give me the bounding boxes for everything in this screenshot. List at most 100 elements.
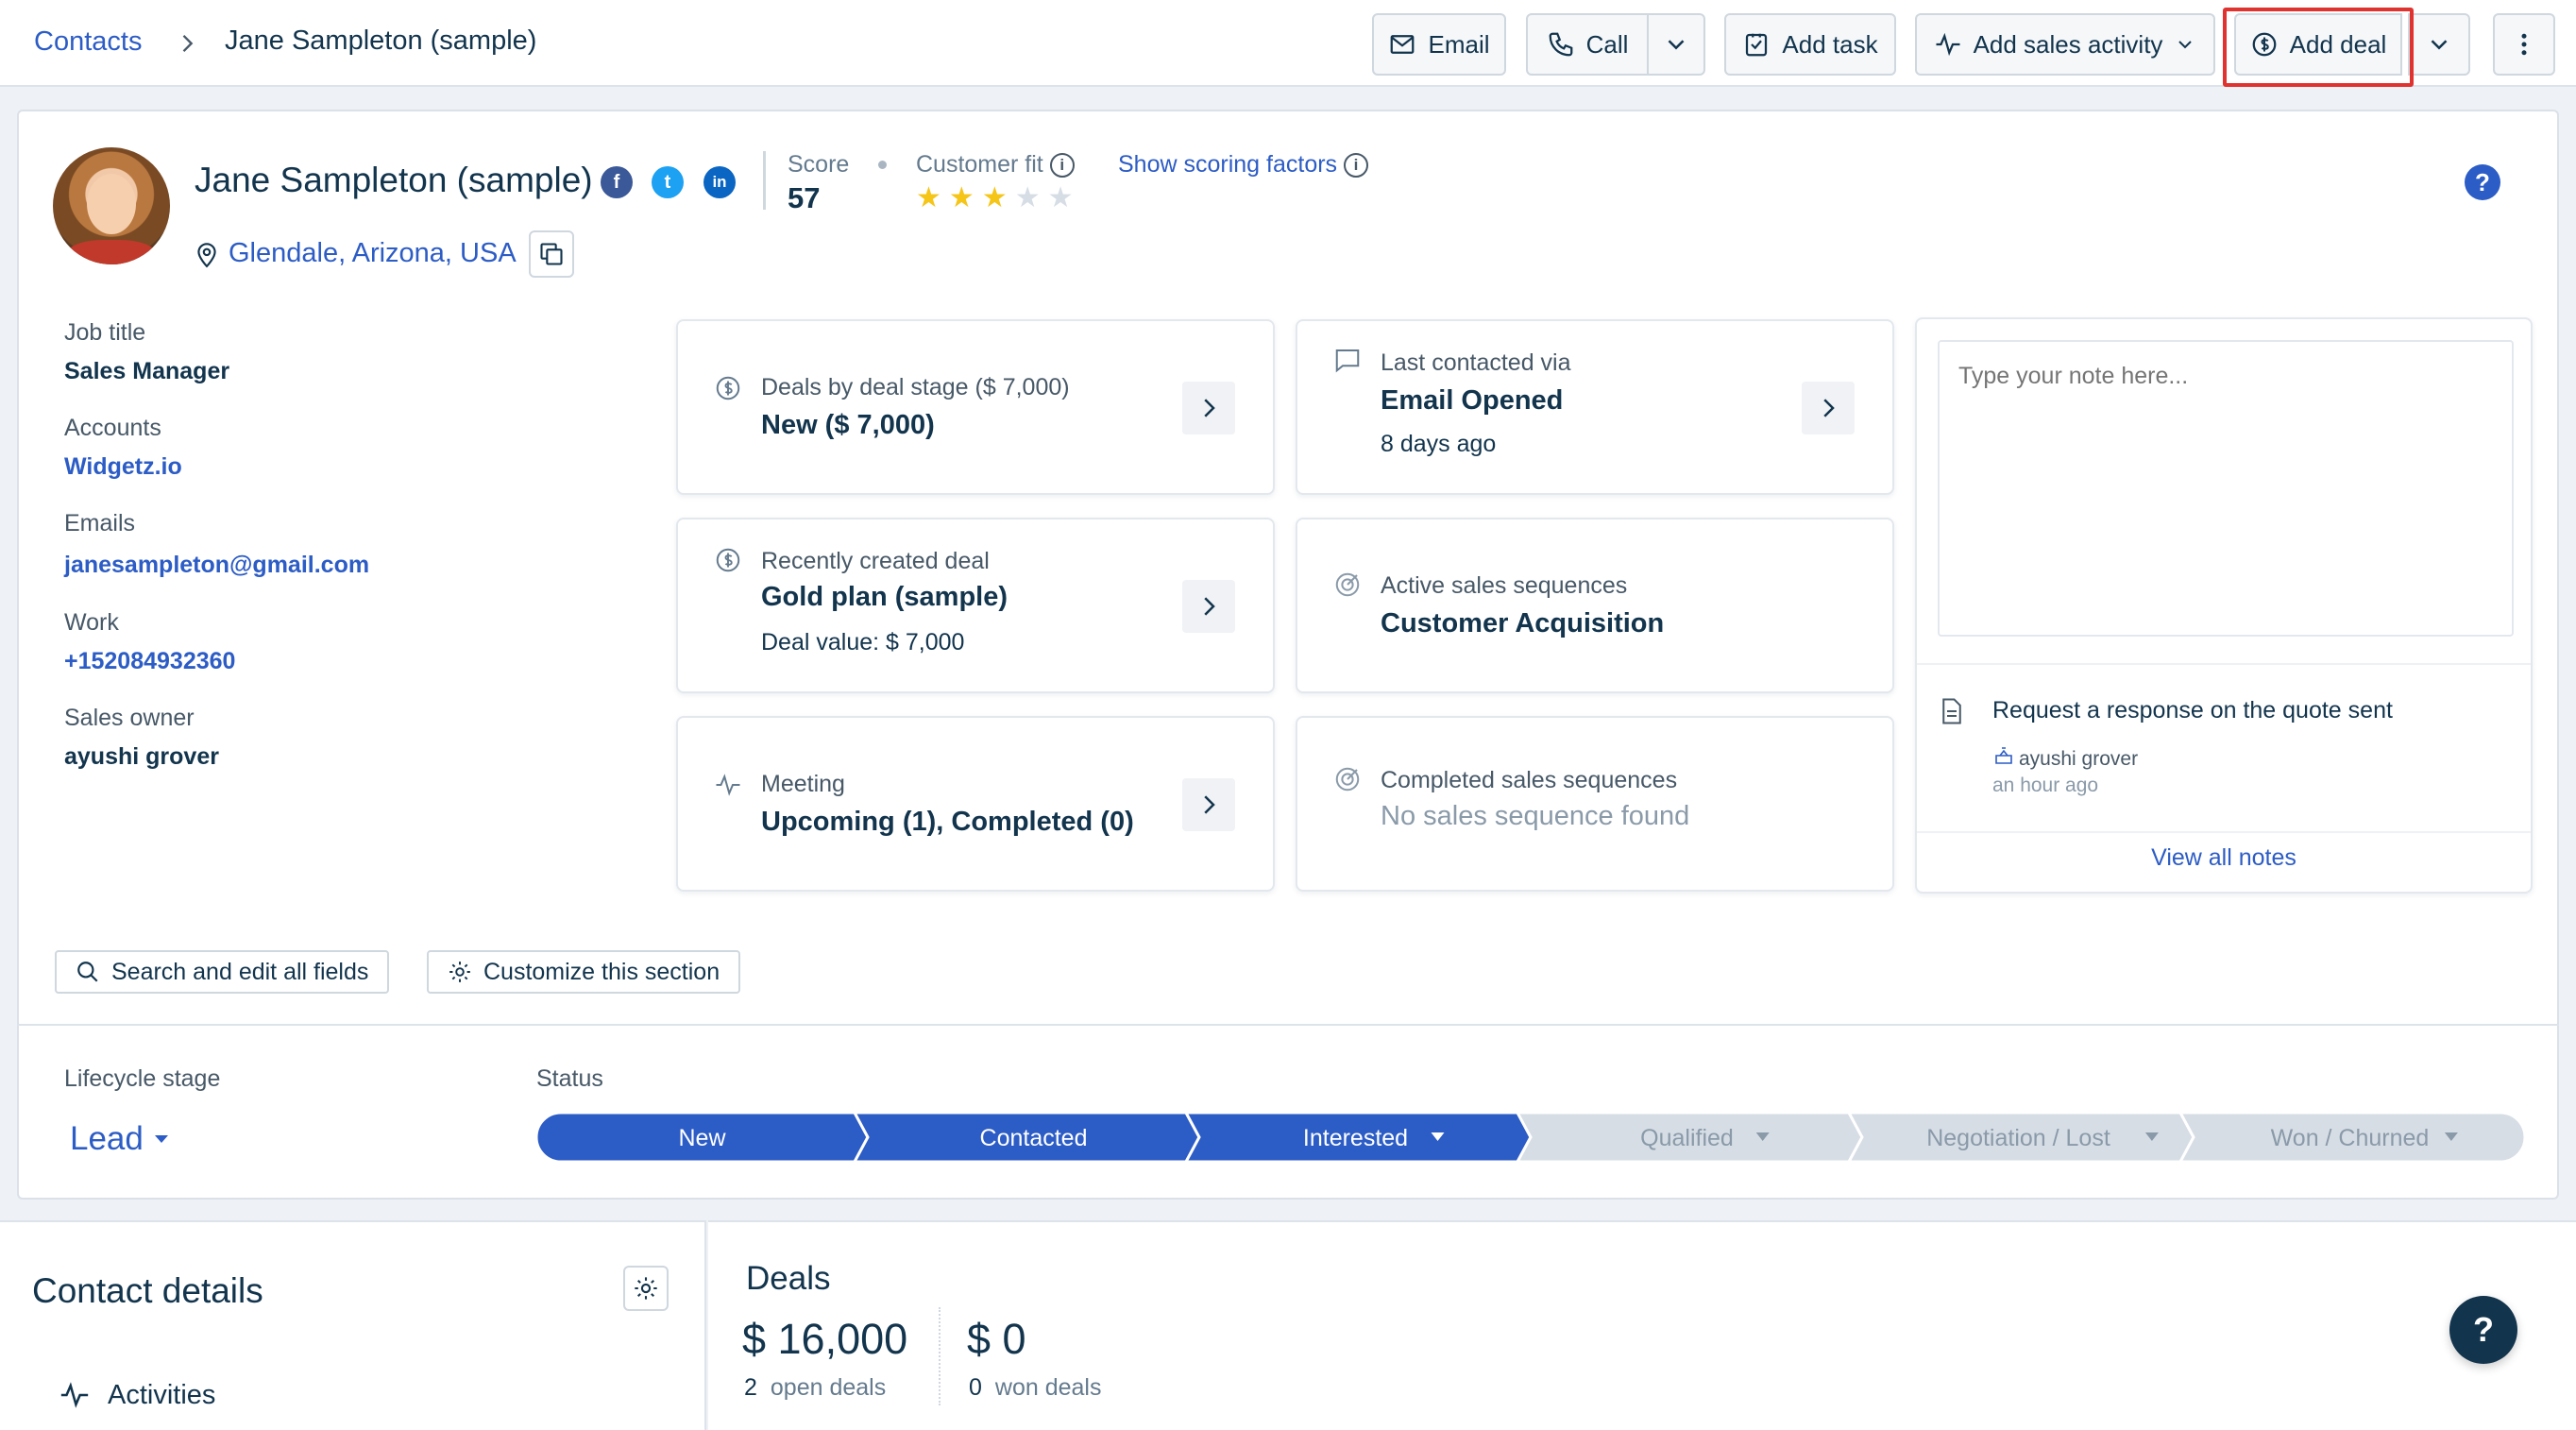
notes-divider: [1917, 831, 2531, 833]
recent-deal-widget[interactable]: Recently created deal Gold plan (sample)…: [676, 518, 1275, 693]
search-edit-fields-button[interactable]: Search and edit all fields: [55, 950, 390, 994]
info-icon[interactable]: i: [1344, 153, 1368, 179]
accounts-link[interactable]: Widgetz.io: [64, 453, 182, 481]
customer-fit-stars: ★ ★ ★ ★ ★: [916, 181, 1074, 214]
contact-details-title: Contact details: [32, 1271, 263, 1310]
add-task-button[interactable]: Add task: [1724, 13, 1896, 76]
status-label: Status: [536, 1065, 603, 1092]
status-stage-contacted[interactable]: Contacted: [853, 1113, 1201, 1162]
add-deal-options-dropdown[interactable]: [2408, 13, 2470, 76]
add-sales-activity-button[interactable]: Add sales activity: [1915, 13, 2215, 76]
help-icon[interactable]: ?: [2465, 164, 2500, 200]
customize-section-label: Customize this section: [483, 958, 720, 985]
linkedin-icon[interactable]: in: [703, 166, 736, 198]
copy-button[interactable]: [529, 230, 574, 278]
kebab-menu-icon: [2521, 33, 2527, 56]
chevron-down-icon: [2178, 41, 2193, 49]
active-sequences-value: Customer Acquisition: [1381, 608, 1665, 638]
target-icon: [1335, 767, 1360, 792]
email-button[interactable]: Email: [1372, 13, 1506, 76]
avatar-face: [87, 174, 136, 234]
add-sales-activity-label: Add sales activity: [1973, 29, 2163, 59]
customer-fit-text: Customer fit: [916, 151, 1043, 178]
view-all-notes-link[interactable]: View all notes: [1917, 844, 2531, 872]
sales-owner-value: ayushi grover: [64, 743, 219, 770]
score-value: 57: [788, 181, 821, 214]
lifecycle-stage-dropdown[interactable]: Lead: [70, 1120, 170, 1158]
search-edit-fields-label: Search and edit all fields: [111, 958, 369, 985]
active-sequences-widget[interactable]: Active sales sequences Customer Acquisit…: [1296, 518, 1894, 693]
copy-icon: [540, 243, 563, 265]
last-contacted-arrow[interactable]: [1802, 382, 1855, 434]
status-stage-qualified[interactable]: Qualified: [1516, 1113, 1864, 1162]
last-contacted-widget[interactable]: Last contacted via Email Opened 8 days a…: [1296, 319, 1894, 495]
completed-sequences-widget[interactable]: Completed sales sequences No sales seque…: [1296, 716, 1894, 892]
call-button-label: Call: [1585, 29, 1629, 59]
breadcrumb-current: Jane Sampleton (sample): [225, 26, 537, 56]
recent-deal-value: Gold plan (sample): [761, 582, 1008, 612]
customize-section-button[interactable]: Customize this section: [427, 950, 741, 994]
activity-pulse-icon: [1936, 32, 1960, 57]
status-stage-negotiation-lost[interactable]: Negotiation / Lost: [1847, 1113, 2195, 1162]
breadcrumb-contacts-link[interactable]: Contacts: [34, 26, 142, 58]
call-button[interactable]: Call: [1526, 13, 1649, 76]
status-stage-label: Won / Churned: [2271, 1125, 2430, 1151]
activity-pulse-icon: [716, 774, 740, 796]
status-stage-new[interactable]: New: [536, 1113, 870, 1162]
contact-name: Jane Sampleton (sample): [195, 161, 593, 199]
avatar: [53, 147, 170, 264]
show-scoring-factors-link[interactable]: Show scoring factors i: [1118, 151, 1368, 179]
sales-owner-label: Sales owner: [64, 705, 195, 731]
facebook-icon[interactable]: f: [601, 166, 633, 198]
contact-details-settings-button[interactable]: [623, 1266, 669, 1311]
status-stage-label: Contacted: [980, 1125, 1088, 1151]
info-icon[interactable]: i: [1049, 153, 1075, 179]
work-phone-link[interactable]: +152084932360: [64, 648, 235, 675]
status-stage-label: Negotiation / Lost: [1926, 1125, 2110, 1151]
status-stage-won-churned[interactable]: Won / Churned: [2178, 1113, 2525, 1162]
caret-down-icon: [154, 1135, 168, 1143]
won-deals-count: 0: [969, 1374, 982, 1401]
status-stage-interested[interactable]: Interested: [1184, 1113, 1533, 1162]
contact-location[interactable]: Glendale, Arizona, USA: [195, 238, 517, 269]
chevron-right-icon: [182, 35, 194, 52]
chevron-right-icon: [1204, 597, 1215, 616]
work-label: Work: [64, 609, 119, 636]
recent-deal-label: Recently created deal: [761, 548, 990, 574]
avatar-shirt: [66, 240, 157, 264]
chat-bubble-icon: [1335, 349, 1360, 373]
target-icon: [1335, 572, 1360, 597]
call-options-dropdown[interactable]: [1647, 13, 1705, 76]
chevron-right-icon: [1204, 399, 1215, 417]
deals-by-stage-value: New ($ 7,000): [761, 410, 935, 440]
meeting-widget[interactable]: Meeting Upcoming (1), Completed (0): [676, 716, 1275, 892]
help-chat-button[interactable]: ?: [2449, 1296, 2517, 1364]
separator-dot: [878, 161, 887, 169]
note-input[interactable]: [1938, 340, 2514, 637]
user-badge-icon: [1995, 747, 2012, 764]
activities-nav-item[interactable]: Activities: [59, 1379, 215, 1411]
note-title[interactable]: Request a response on the quote sent: [1992, 697, 2393, 724]
accounts-label: Accounts: [64, 415, 161, 441]
status-stage-label: Qualified: [1640, 1125, 1734, 1151]
completed-sequences-value: No sales sequence found: [1381, 801, 1690, 831]
star-icon: ★: [1014, 182, 1041, 213]
dollar-circle-icon: [716, 548, 740, 572]
twitter-icon[interactable]: t: [652, 166, 684, 198]
more-options-button[interactable]: [2493, 13, 2555, 76]
won-deals-summary[interactable]: 0 won deals: [969, 1374, 1101, 1402]
email-link[interactable]: janesampleton@gmail.com: [64, 552, 369, 579]
activity-pulse-icon: [60, 1382, 89, 1408]
open-deals-label: open deals: [770, 1374, 887, 1401]
deals-by-stage-widget[interactable]: Deals by deal stage ($ 7,000) New ($ 7,0…: [676, 319, 1275, 495]
email-button-label: Email: [1428, 29, 1490, 59]
recent-deal-arrow[interactable]: [1182, 580, 1235, 633]
job-title-value: Sales Manager: [64, 358, 230, 384]
chevron-right-icon: [1823, 399, 1835, 417]
header-divider: [763, 151, 766, 210]
deals-by-stage-arrow[interactable]: [1182, 382, 1235, 434]
notes-divider: [1917, 663, 2531, 665]
open-deals-summary[interactable]: 2 open deals: [744, 1374, 886, 1402]
section-divider: [17, 1024, 2559, 1026]
meeting-arrow[interactable]: [1182, 778, 1235, 831]
